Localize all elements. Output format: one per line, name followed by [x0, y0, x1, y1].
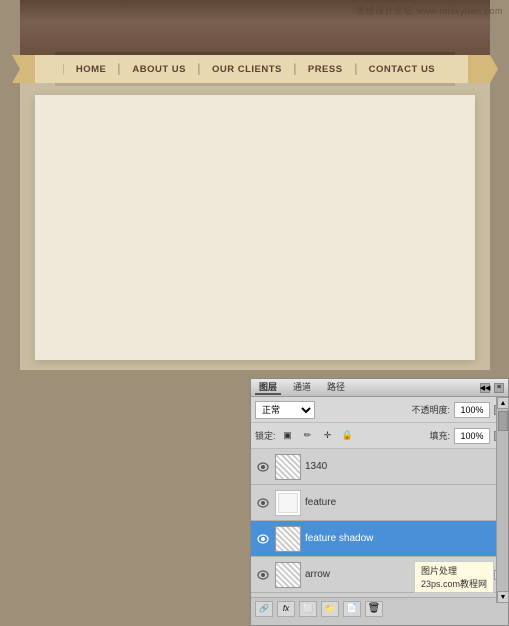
layer-row-feature-shadow[interactable]: feature shadow [251, 521, 508, 557]
layer-thumb-1340 [275, 454, 301, 480]
ribbon-shadow-bottom [55, 83, 455, 86]
tab-layers[interactable]: 图层 [255, 380, 281, 395]
content-area [35, 95, 475, 360]
layer-name-feature-shadow: feature shadow [305, 533, 504, 544]
layer-row-1340[interactable]: 1340 [251, 449, 508, 485]
ps-collapse-btn[interactable]: ◀◀ [480, 383, 490, 393]
ps-panel-titlebar: 图层 通道 路径 ◀◀ ≡ [251, 379, 508, 397]
eye-effect[interactable] [295, 597, 307, 598]
layer-eye-feature[interactable] [255, 495, 271, 511]
ribbon-shadow-top [55, 52, 455, 55]
nav-item-clients[interactable]: OUR CLIENTS [199, 64, 294, 75]
effect-label: 效果 [311, 596, 329, 597]
ps-layers-panel: 图层 通道 路径 ◀◀ ≡ 正常 不透明度: ▶ 锁定: ▣ ✏ ✛ 🔒 填充:… [250, 378, 509, 626]
lock-all-btn[interactable]: 🔒 [340, 428, 356, 444]
nav-ribbon: HOME ABOUT US OUR CLIENTS PRESS CONTACT … [20, 55, 490, 83]
ps-panel-controls: ◀◀ ≡ [480, 383, 504, 393]
footer-btn-group[interactable]: 📁 [321, 601, 339, 617]
footer-btn-new[interactable]: 📄 [343, 601, 361, 617]
layer-thumb-feature-shadow [275, 526, 301, 552]
nav-item-press[interactable]: PRESS [295, 64, 355, 75]
ps-panel-footer: 🔗 fx ⬜ 📁 📄 🗑 [251, 597, 508, 619]
layer-tooltip: 图片处理 23ps.com教程网 [414, 561, 494, 593]
lock-brush-btn[interactable]: ✏ [300, 428, 316, 444]
tooltip-line2: 23ps.com教程网 [421, 577, 487, 590]
ps-scroll-up-btn[interactable]: ▲ [497, 397, 509, 409]
ps-lock-row: 锁定: ▣ ✏ ✛ 🔒 填充: ▶ [251, 423, 508, 449]
ribbon-right-fold [468, 55, 498, 83]
ps-menu-btn[interactable]: ≡ [494, 383, 504, 393]
ribbon-main: HOME ABOUT US OUR CLIENTS PRESS CONTACT … [35, 55, 475, 83]
layer-eye-feature-shadow[interactable] [255, 531, 271, 547]
layer-row-arrow[interactable]: arrow 图片处理 23ps.com教程网 ▣ [251, 557, 508, 593]
footer-btn-link[interactable]: 🔗 [255, 601, 273, 617]
layer-name-1340: 1340 [305, 461, 504, 472]
nav-item-home[interactable]: HOME [63, 64, 119, 75]
tooltip-line1: 图片处理 [421, 564, 487, 577]
nav-item-contact[interactable]: CONTACT US [356, 64, 448, 75]
fill-input[interactable] [454, 428, 490, 444]
nav-item-about[interactable]: ABOUT US [119, 64, 198, 75]
ps-blend-row: 正常 不透明度: ▶ [251, 397, 508, 423]
layer-eye-arrow[interactable] [255, 567, 271, 583]
footer-btn-fx[interactable]: fx [277, 601, 295, 617]
layers-list: 1340 feature featu [251, 449, 508, 597]
ps-vertical-scrollbar[interactable]: ▲ ▼ [496, 397, 508, 603]
tab-paths[interactable]: 路径 [323, 380, 349, 395]
layer-thumb-arrow [275, 562, 301, 588]
footer-btn-mask[interactable]: ⬜ [299, 601, 317, 617]
blend-mode-select[interactable]: 正常 [255, 401, 315, 419]
opacity-label: 不透明度: [411, 403, 450, 416]
ps-scroll-thumb[interactable] [498, 411, 508, 431]
layer-name-feature: feature [305, 497, 504, 508]
tab-channels[interactable]: 通道 [289, 380, 315, 395]
watermark: 思缘设计论坛 www.missyuan.com [356, 4, 503, 17]
lock-label: 锁定: [255, 429, 276, 442]
ps-scroll-down-btn[interactable]: ▼ [497, 591, 509, 603]
fill-label: 填充: [429, 429, 450, 442]
ps-panel-tabs: 图层 通道 路径 [255, 380, 349, 395]
lock-move-btn[interactable]: ✛ [320, 428, 336, 444]
layer-row-feature[interactable]: feature [251, 485, 508, 521]
footer-btn-delete[interactable]: 🗑 [365, 601, 383, 617]
lock-transparent-btn[interactable]: ▣ [280, 428, 296, 444]
layer-eye-1340[interactable] [255, 459, 271, 475]
opacity-input[interactable] [454, 402, 490, 418]
layer-thumb-feature [275, 490, 301, 516]
